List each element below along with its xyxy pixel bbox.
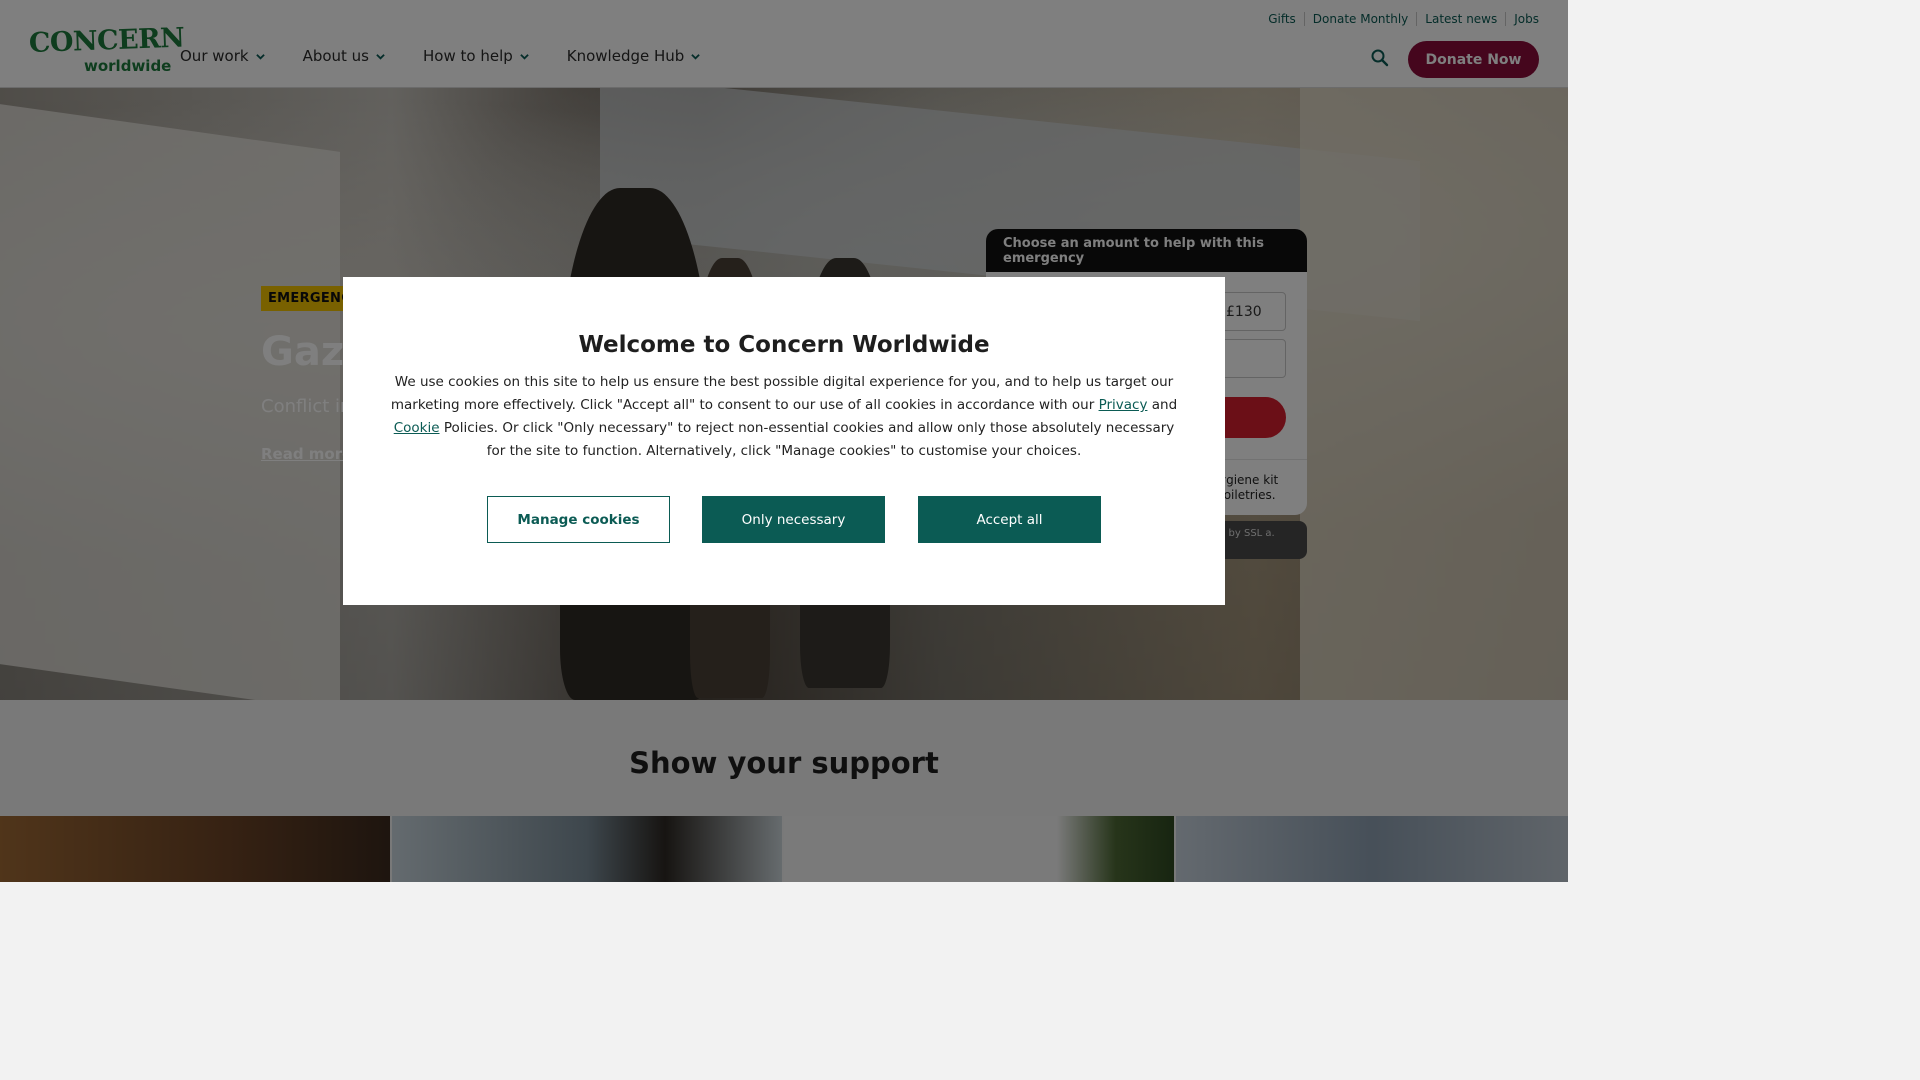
manage-cookies-button[interactable]: Manage cookies xyxy=(487,496,670,543)
cookie-text-and: and xyxy=(1147,397,1178,413)
accept-all-button[interactable]: Accept all xyxy=(918,496,1101,543)
cookie-consent-dialog: Welcome to Concern Worldwide We use cook… xyxy=(343,277,1225,605)
cookie-text-intro: We use cookies on this site to help us e… xyxy=(390,374,1174,413)
cookie-dialog-text: We use cookies on this site to help us e… xyxy=(390,371,1178,463)
only-necessary-button[interactable]: Only necessary xyxy=(702,496,885,543)
cookie-text-rest: Policies. Or click "Only necessary" to r… xyxy=(439,420,1175,459)
privacy-policy-link[interactable]: Privacy xyxy=(1099,397,1148,413)
cookie-policy-link[interactable]: Cookie xyxy=(394,420,440,436)
cookie-dialog-title: Welcome to Concern Worldwide xyxy=(578,332,990,358)
